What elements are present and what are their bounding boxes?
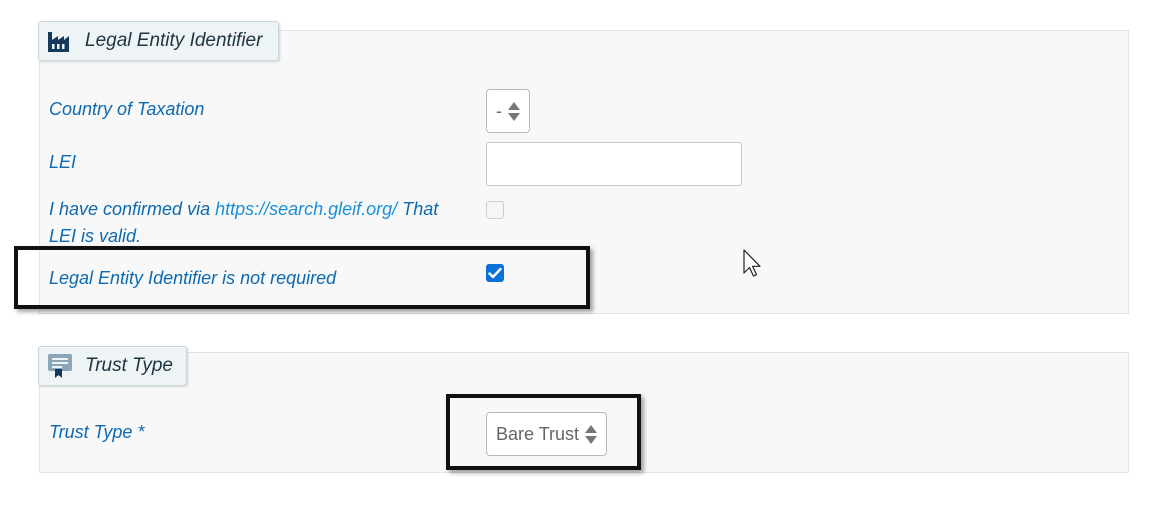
country-of-taxation-value: - [496, 100, 502, 121]
lei-label: LEI [49, 152, 77, 172]
highlight-box-not-required [14, 246, 590, 309]
certificate-icon [47, 353, 73, 379]
confirm-label: I have confirmed via https://search.glei… [49, 199, 439, 219]
select-arrows-icon [508, 101, 520, 121]
lei-input[interactable] [486, 142, 742, 186]
confirm-checkbox[interactable] [486, 201, 504, 219]
country-of-taxation-label: Country of Taxation [49, 99, 205, 119]
country-of-taxation-select[interactable]: - [486, 89, 530, 133]
lei-section-title: Legal Entity Identifier [85, 30, 263, 51]
lei-section-header: Legal Entity Identifier [38, 21, 279, 61]
gleif-link[interactable]: https://search.gleif.org/ [215, 199, 397, 219]
mouse-cursor-icon [743, 249, 761, 277]
trust-type-label: Trust Type * [49, 422, 145, 442]
trust-section-title: Trust Type [85, 355, 173, 376]
highlight-box-trust-type [446, 394, 641, 470]
factory-icon [47, 28, 73, 54]
trust-section-header: Trust Type [38, 346, 187, 386]
